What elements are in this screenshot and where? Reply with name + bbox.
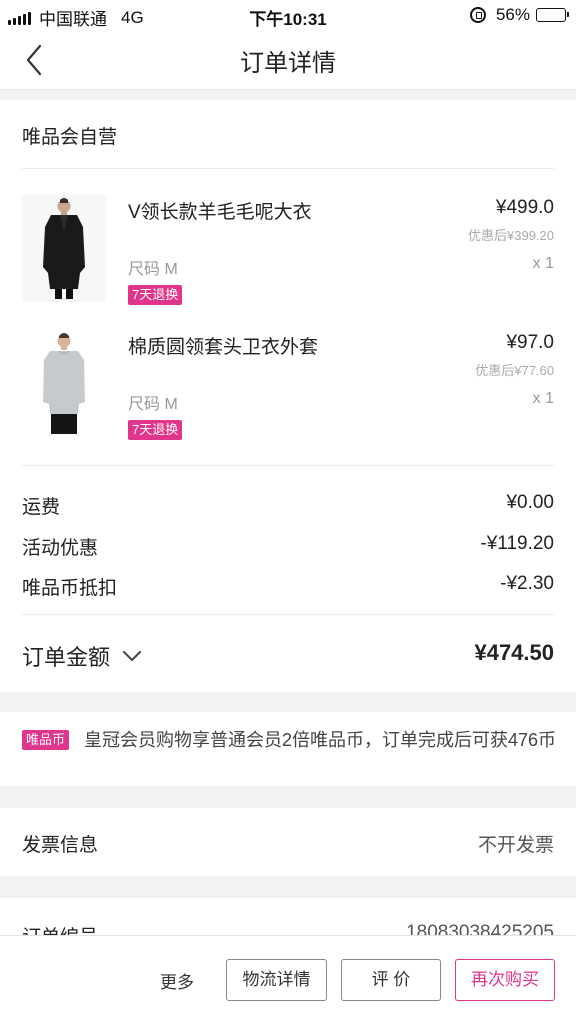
promotion-label: 活动优惠	[22, 538, 99, 559]
status-right: 56%	[469, 5, 569, 25]
bottom-action-bar: 更多 物流详情 评 价 再次购买	[0, 935, 576, 1024]
sweatshirt-product-icon	[22, 330, 106, 437]
page-title: 订单详情	[240, 50, 336, 77]
return-policy-badge: 7天退换	[128, 420, 183, 440]
invoice-value: 不开发票	[477, 835, 554, 856]
divider	[22, 465, 554, 466]
chevron-down-icon	[123, 651, 142, 661]
promotion-row: 活动优惠 -¥119.20	[22, 533, 554, 559]
product-item[interactable]: 棉质圆领套头卫衣外套 尺码 M 7天退换 ¥97.0 优惠后¥77.60 x 1	[0, 330, 576, 440]
product-discounted-price: 优惠后¥77.60	[475, 363, 554, 378]
product-discounted-price: 优惠后¥399.20	[468, 228, 554, 243]
nav-bar: 订单详情	[0, 30, 576, 90]
battery-icon	[536, 8, 569, 22]
product-name: V领长款羊毛毛呢大衣	[128, 202, 312, 223]
product-quantity: x 1	[532, 255, 554, 272]
product-item[interactable]: V领长款羊毛毛呢大衣 尺码 M 7天退换 ¥499.0 优惠后¥399.20 x…	[0, 195, 576, 305]
coin-notice-text: 皇冠会员购物享普通会员2倍唯品币，订单完成后可获476币	[84, 730, 557, 750]
product-price: ¥97.0	[506, 332, 554, 353]
shipping-fee-label: 运费	[22, 497, 61, 518]
rotation-lock-icon	[469, 7, 486, 23]
product-price: ¥499.0	[495, 197, 554, 218]
invoice-label: 发票信息	[22, 835, 99, 856]
rebuy-button[interactable]: 再次购买	[455, 959, 555, 1001]
return-policy-badge: 7天退换	[128, 285, 183, 305]
divider	[22, 168, 554, 169]
product-name: 棉质圆领套头卫衣外套	[128, 337, 319, 358]
coin-deduction-value: -¥2.30	[500, 573, 554, 594]
shipping-fee-value: ¥0.00	[506, 492, 554, 513]
coin-deduction-label: 唯品币抵扣	[22, 578, 118, 599]
promotion-value: -¥119.20	[480, 533, 554, 554]
product-image[interactable]	[22, 330, 106, 437]
review-button[interactable]: 评 价	[341, 959, 441, 1001]
coin-notice-card: 唯品币 皇冠会员购物享普通会员2倍唯品币，订单完成后可获476币	[0, 712, 576, 786]
coin-deduction-row: 唯品币抵扣 -¥2.30	[22, 573, 554, 599]
order-detail-page: 中国联通 4G 下午10:31 56% 订单详情 唯品会自营 V领长款羊毛毛呢大…	[0, 0, 576, 1024]
order-total-value: ¥474.50	[474, 640, 554, 665]
product-size: 尺码 M	[128, 261, 178, 278]
coin-badge: 唯品币	[22, 730, 70, 750]
order-items-card: 唯品会自营 V领长款羊毛毛呢大衣 尺码 M 7天退换 ¥499.0 优惠后¥39…	[0, 100, 576, 692]
order-total-toggle[interactable]: 订单金额	[22, 640, 142, 672]
product-image[interactable]	[22, 195, 106, 302]
invoice-card: 发票信息 不开发票	[0, 808, 576, 876]
battery-percent: 56%	[495, 5, 530, 24]
product-size: 尺码 M	[128, 396, 178, 413]
coat-product-icon	[22, 195, 106, 302]
product-quantity: x 1	[532, 390, 554, 407]
status-bar: 中国联通 4G 下午10:31 56%	[0, 0, 576, 30]
order-total-row: 订单金额 ¥474.50	[22, 640, 554, 670]
shop-name: 唯品会自营	[22, 127, 118, 148]
order-total-label: 订单金额	[22, 645, 111, 670]
shipping-fee-row: 运费 ¥0.00	[22, 492, 554, 518]
logistics-button[interactable]: 物流详情	[226, 959, 327, 1001]
more-button[interactable]: 更多	[160, 968, 194, 993]
divider	[22, 614, 554, 615]
